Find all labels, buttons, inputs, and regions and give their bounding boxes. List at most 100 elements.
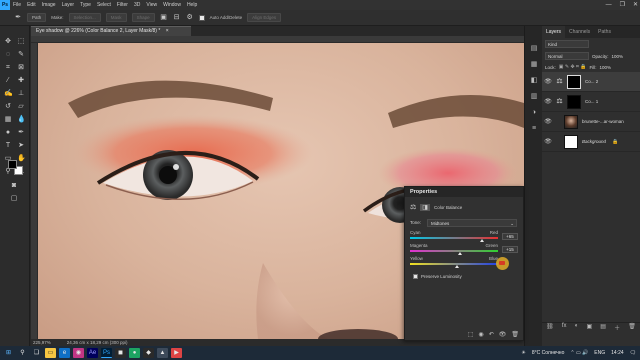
- minimize-button[interactable]: —: [606, 0, 612, 10]
- color-panel-icon[interactable]: ◧: [529, 76, 539, 86]
- blur-tool-icon[interactable]: 💧: [17, 116, 26, 124]
- layer-row-background[interactable]: 👁 Background 🔒: [542, 132, 640, 152]
- link-layers-icon[interactable]: ⛓: [546, 323, 554, 332]
- visibility-eye-icon[interactable]: 👁: [544, 138, 552, 145]
- healing-brush-icon[interactable]: ✚: [17, 77, 25, 85]
- view-previous-icon[interactable]: ◉: [478, 331, 483, 338]
- properties-panel-icon[interactable]: ▦: [529, 60, 539, 70]
- zoom-level[interactable]: 225,97%: [33, 339, 51, 346]
- make-mask-button[interactable]: Mask: [105, 13, 127, 22]
- language-indicator[interactable]: ENG: [594, 350, 605, 356]
- make-shape-button[interactable]: Shape: [131, 13, 155, 22]
- menu-select[interactable]: Select: [94, 0, 114, 10]
- zoom-tool-icon[interactable]: ⚲: [4, 168, 12, 176]
- dodge-tool-icon[interactable]: ●: [4, 129, 12, 137]
- frame-tool-icon[interactable]: ⊠: [17, 64, 25, 72]
- tab-paths[interactable]: Paths: [594, 26, 615, 38]
- menu-edit[interactable]: Edit: [24, 0, 39, 10]
- clone-stamp-icon[interactable]: ⊥: [17, 90, 25, 98]
- menu-view[interactable]: View: [143, 0, 160, 10]
- history-brush-icon[interactable]: ↺: [4, 103, 12, 111]
- foreground-color-swatch[interactable]: [8, 160, 17, 169]
- reset-icon[interactable]: ↶: [489, 331, 494, 338]
- layer-name[interactable]: Co... 1: [585, 99, 598, 104]
- crop-tool-icon[interactable]: ⌗: [4, 64, 12, 72]
- properties-title[interactable]: Properties: [405, 187, 523, 197]
- clip-to-layer-icon[interactable]: ⬚: [468, 331, 474, 338]
- hand-tool-icon[interactable]: ✋: [17, 155, 26, 163]
- eyedropper-icon[interactable]: ⁄: [4, 77, 12, 85]
- close-tab-icon[interactable]: ×: [166, 28, 169, 34]
- brush-tool-icon[interactable]: ✍: [4, 90, 13, 98]
- path-align-icon[interactable]: ⊟: [173, 14, 181, 22]
- quick-select-icon[interactable]: ✎: [17, 51, 25, 59]
- menu-type[interactable]: Type: [77, 0, 94, 10]
- layer-thumbnail[interactable]: [564, 114, 578, 129]
- history-panel-icon[interactable]: ▤: [529, 44, 539, 54]
- adjustments-panel-icon[interactable]: ◑: [529, 108, 539, 118]
- lasso-tool-icon[interactable]: ◌: [4, 51, 12, 59]
- magenta-green-value[interactable]: +15: [502, 246, 518, 253]
- tool-mode-select[interactable]: Path: [27, 13, 47, 22]
- tab-channels[interactable]: Channels: [565, 26, 594, 38]
- pen-tool-icon[interactable]: ✒: [14, 14, 22, 22]
- pen-tool-icon-2[interactable]: ✒: [17, 129, 25, 137]
- swatches-panel-icon[interactable]: ▥: [529, 92, 539, 102]
- preserve-luminosity-row[interactable]: Preserve Luminosity: [413, 274, 462, 279]
- align-edges-checkbox[interactable]: Align Edges: [247, 13, 282, 22]
- cyan-red-thumb[interactable]: [480, 239, 485, 242]
- tab-layers[interactable]: Layers: [542, 26, 566, 38]
- path-ops-icon[interactable]: ▣: [160, 14, 168, 22]
- layer-row-photo[interactable]: 👁 brunette-...ar-woman: [542, 112, 640, 132]
- blend-mode-select[interactable]: Normal: [545, 52, 589, 60]
- app-icon-3[interactable]: ●: [129, 348, 140, 358]
- move-tool-icon[interactable]: ✥: [4, 38, 12, 46]
- windows-start-icon[interactable]: ⊞: [3, 348, 14, 358]
- weather-text[interactable]: 8°C Солнечно: [532, 350, 565, 356]
- maximize-button[interactable]: ❐: [620, 0, 625, 10]
- menu-filter[interactable]: Filter: [114, 0, 131, 10]
- libraries-panel-icon[interactable]: ≡: [529, 124, 539, 134]
- menu-image[interactable]: Image: [39, 0, 59, 10]
- quick-mask-icon[interactable]: ◙: [10, 182, 18, 190]
- layer-mask-thumbnail[interactable]: [567, 94, 581, 109]
- yellow-blue-thumb[interactable]: [454, 265, 459, 268]
- gradient-tool-icon[interactable]: ▦: [4, 116, 12, 124]
- make-selection-button[interactable]: Selection...: [68, 13, 101, 22]
- eraser-icon[interactable]: ▱: [17, 103, 25, 111]
- visibility-eye-icon[interactable]: 👁: [544, 78, 552, 85]
- edge-icon[interactable]: e: [59, 348, 70, 358]
- fill-value[interactable]: 100%: [599, 65, 611, 70]
- path-select-icon[interactable]: ➤: [17, 142, 25, 150]
- file-explorer-icon[interactable]: ▭: [45, 348, 56, 358]
- layer-kind-filter[interactable]: Kind: [545, 40, 589, 48]
- layer-name[interactable]: brunette-...ar-woman: [582, 119, 624, 124]
- layer-row-color-balance-2[interactable]: 👁 ⚖ Co... 2: [542, 72, 640, 92]
- layer-mask-thumbnail[interactable]: [567, 74, 581, 89]
- magenta-green-track[interactable]: [410, 250, 498, 252]
- document-tab[interactable]: Eye shadow @ 226% (Color Balance 2, Laye…: [31, 26, 191, 36]
- app-icon-2[interactable]: ◼: [115, 348, 126, 358]
- adjustment-layer-icon[interactable]: ▣: [586, 323, 592, 332]
- menu-3d[interactable]: 3D: [131, 0, 143, 10]
- weather-icon[interactable]: ☀: [521, 350, 525, 356]
- lock-icons[interactable]: ▣ ✎ ✥ ⌗ 🔒: [559, 64, 587, 70]
- screen-mode-icon[interactable]: ▢: [10, 195, 18, 203]
- app-icon-4[interactable]: ◆: [143, 348, 154, 358]
- menu-window[interactable]: Window: [160, 0, 184, 10]
- opacity-value[interactable]: 100%: [612, 54, 624, 59]
- layer-thumbnail[interactable]: [564, 134, 578, 149]
- auto-add-delete-checkbox[interactable]: [198, 14, 205, 21]
- magenta-green-thumb[interactable]: [458, 252, 463, 255]
- app-icon-1[interactable]: ◉: [73, 348, 84, 358]
- add-mask-icon[interactable]: ◐: [575, 323, 579, 332]
- gear-icon[interactable]: ⚙: [186, 14, 194, 22]
- menu-layer[interactable]: Layer: [59, 0, 78, 10]
- search-icon[interactable]: ⚲: [17, 348, 28, 358]
- task-view-icon[interactable]: ❏: [31, 348, 42, 358]
- cyan-red-value[interactable]: +65: [502, 233, 518, 240]
- notifications-icon[interactable]: 🗨: [630, 350, 636, 356]
- visibility-eye-icon[interactable]: 👁: [544, 118, 552, 125]
- photoshop-taskbar-icon[interactable]: Ps: [101, 348, 112, 358]
- group-icon[interactable]: ▤: [600, 323, 606, 332]
